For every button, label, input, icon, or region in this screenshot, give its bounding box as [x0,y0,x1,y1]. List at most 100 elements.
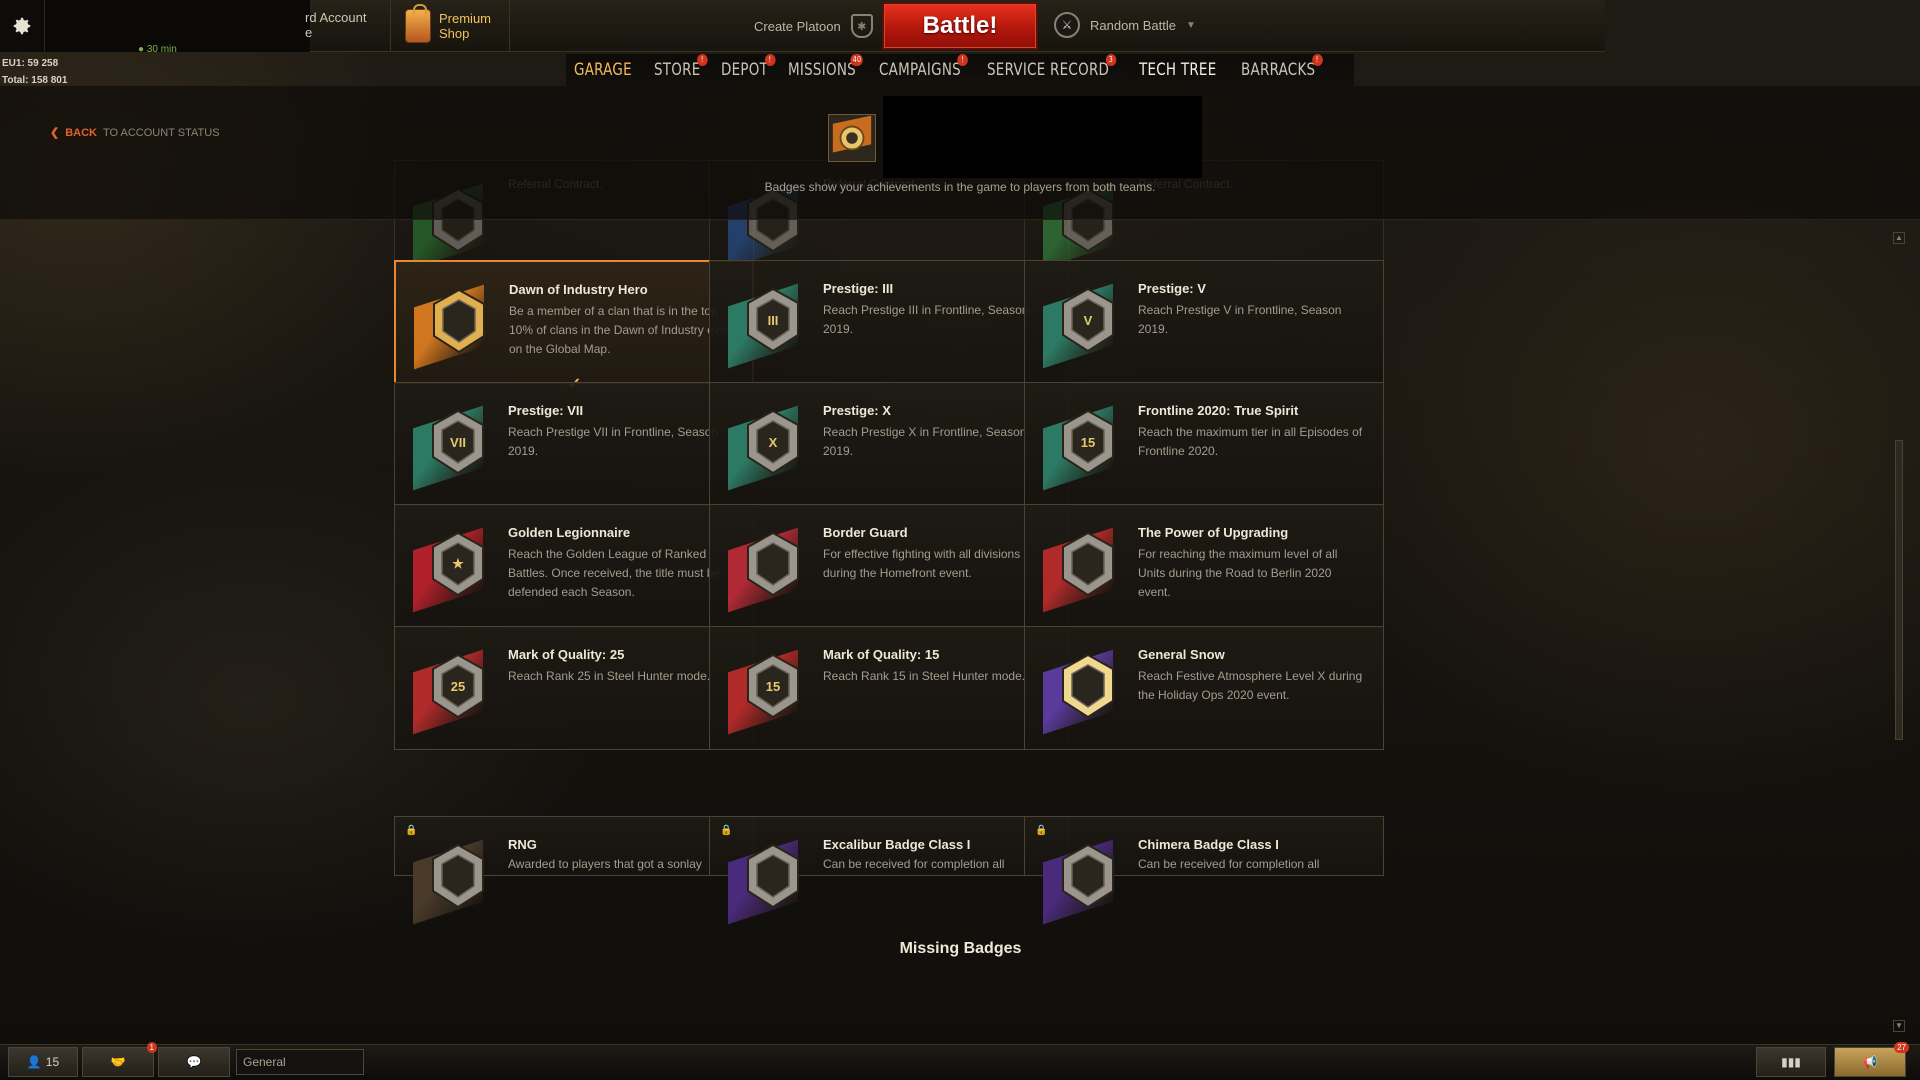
badge-emblem-text: ★ [452,556,464,571]
handshake-icon: 🤝 [110,1055,126,1069]
battle-mode-selector[interactable]: ⚔ Random Battle ▼ [1054,12,1196,38]
badge-card[interactable]: 🔒 Chimera Badge Class I Can be received fo… [1024,816,1384,925]
badge-description: Reach Prestige X in Frontline, Season 20… [823,425,1027,458]
players-count: 15 [45,1055,60,1069]
total-online: Total: 158 801 [2,75,68,86]
nav-depot[interactable]: DEPOT! [720,54,775,80]
badge-card[interactable]: 🔒 Excalibur Badge Class I Can be received … [709,816,1069,925]
badge-card[interactable]: 15 Frontline 2020: True Spirit Reach the m… [1024,382,1384,506]
nav-notification-badge: ! [696,54,708,66]
chevron-down-icon: ▼ [1186,19,1196,31]
badge-card[interactable]: V Prestige: V Reach Prestige V in Frontlin… [1024,260,1384,384]
back-destination: TO ACCOUNT STATUS [103,126,220,139]
badge-title: Dawn of Industry Hero [509,282,648,297]
booster-time: 30 min [146,44,177,55]
badge-card[interactable]: 25 Mark of Quality: 25 Reach Rank 25 in St… [394,626,754,750]
badge-description: Can be received for completion all [823,857,1005,871]
badge-title: Mark of Quality: 25 [508,647,625,662]
friends-button[interactable]: 🤝 1 [82,1042,157,1077]
notifications-button[interactable]: 📢 27 [1834,1042,1909,1077]
create-platoon-label: Create Platoon [754,18,841,34]
badge-description: Be a member of a clan that is in the top… [509,304,737,356]
nav-label: MISSIONS [788,60,857,80]
nav-label: BARRACKS [1241,60,1316,80]
chat-button[interactable]: 💬 [158,1047,230,1077]
badge-card[interactable]: General Snow Reach Festive Atmosphere Lev… [1024,626,1384,750]
badge-card[interactable]: The Power of Upgrading For reaching the m… [1024,504,1384,628]
battle-mode-label: Random Battle [1090,17,1176,33]
battle-button[interactable]: Battle! [882,2,1038,50]
scroll-up-arrow[interactable]: ▲ [1893,232,1905,244]
snowflake-icon [1059,653,1117,719]
platoon-icon: ✱ [850,14,873,38]
badge-card[interactable]: 🔒 RNG Awarded to players that got a sonlay [394,816,754,925]
premium-shop-label: Premium Shop [439,11,492,41]
badge-emblem-text: X [768,434,778,450]
nav-label: GARAGE [574,60,632,80]
nav-label: TECH TREE [1139,60,1217,80]
badge-title: Prestige: VII [508,403,584,418]
badge-description: Reach Festive Atmosphere Level X during … [1138,669,1363,702]
prestige-icon: X [744,409,802,475]
referral-account-link[interactable]: rd Account e [305,10,366,40]
scrollbar[interactable]: ▲ ▼ [1893,232,1905,1032]
badge-emblem-text: 15 [765,678,781,694]
create-platoon-button[interactable]: Create Platoon ✱ [754,14,873,38]
badge-description: Reach Prestige III in Frontline, Season … [823,303,1029,336]
session-stats-button[interactable]: ▮▮▮ [1756,1047,1826,1077]
prestige-icon: V [1059,287,1117,353]
badge-title: Excalibur Badge Class I [823,837,971,852]
tank-icon [1059,531,1117,597]
badge-title: RNG [508,837,537,852]
badge-card[interactable]: VII Prestige: VII Reach Prestige VII in Fr… [394,382,754,506]
badges-info-text: Badges show your achievements in the gam… [764,180,1156,194]
players-online-button[interactable]: 👤 15 [8,1047,78,1077]
nav-campaigns[interactable]: CAMPAIGNS! [879,54,969,80]
badge-emblem-text: V [1083,312,1093,328]
badge-card[interactable]: 15 Mark of Quality: 15 Reach Rank 15 in St… [709,626,1069,750]
border-guard-icon [744,531,802,597]
badge-emblem-text: 15 [1080,434,1096,450]
megaphone-icon: 📢 [1862,1055,1878,1069]
scroll-thumb[interactable] [1895,440,1903,740]
chat-channel-input[interactable]: General [236,1049,364,1075]
nav-store[interactable]: STORE! [653,54,708,80]
badge-card[interactable]: Border Guard For effective fighting with … [709,504,1069,628]
settings-button[interactable] [0,0,45,52]
dawn-industry-icon [430,288,488,354]
badge-description: Reach Prestige V in Frontline, Season 20… [1138,303,1342,336]
premium-shop-button[interactable]: Premium Shop [390,0,510,52]
badge-card[interactable]: X Prestige: X Reach Prestige X in Frontlin… [709,382,1069,506]
badge-card[interactable]: III Prestige: III Reach Prestige III in Fr… [709,260,1069,384]
nav-service-record[interactable]: SERVICE RECORD 3 [986,54,1116,80]
server-stats: EU1: 59 258 Total: 158 801 [2,55,67,89]
selected-badge-slot[interactable] [828,114,876,162]
badge-description: Reach the maximum tier in all Episodes o… [1138,425,1363,458]
nav-tech-tree[interactable]: TECH TREE [1139,60,1216,80]
frontline-icon: 15 [1059,409,1117,475]
nav-label: DEPOT [720,60,768,80]
badge-title: The Power of Upgrading [1138,525,1289,540]
legionnaire-icon: ★ [429,531,487,597]
nav-label: STORE [653,60,701,80]
bottom-bar: 👤 15 🤝 1 💬 General ▮▮▮ 📢 27 [0,1042,1920,1080]
gear-icon [13,17,31,35]
badge-title: Prestige: V [1138,281,1206,296]
scroll-down-arrow[interactable]: ▼ [1893,1020,1905,1032]
back-button[interactable]: ❮ BACK TO ACCOUNT STATUS [50,126,220,140]
shopping-bag-icon [405,4,431,43]
nav-barracks[interactable]: BARRACKS! [1241,54,1323,80]
badge-description: Reach Prestige VII in Frontline, Season … [508,425,719,458]
random-battle-icon: ⚔ [1054,12,1080,38]
locked-icon [1059,843,1117,909]
nav-missions[interactable]: MISSIONS 40 [788,54,864,80]
nav-garage[interactable]: GARAGE [574,60,632,80]
redacted-area [883,96,1202,178]
badge-card[interactable]: Dawn of Industry Hero Be a member of a cl… [394,260,754,393]
badge-description: Reach Rank 25 in Steel Hunter mode. [508,669,711,683]
badge-card[interactable]: ★ Golden Legionnaire Reach the Golden Leag… [394,504,754,628]
bar-chart-icon: ▮▮▮ [1781,1055,1801,1069]
lock-icon: 🔒 [405,825,418,836]
nav-label: SERVICE RECORD [986,60,1109,80]
badge-title: Mark of Quality: 15 [823,647,940,662]
